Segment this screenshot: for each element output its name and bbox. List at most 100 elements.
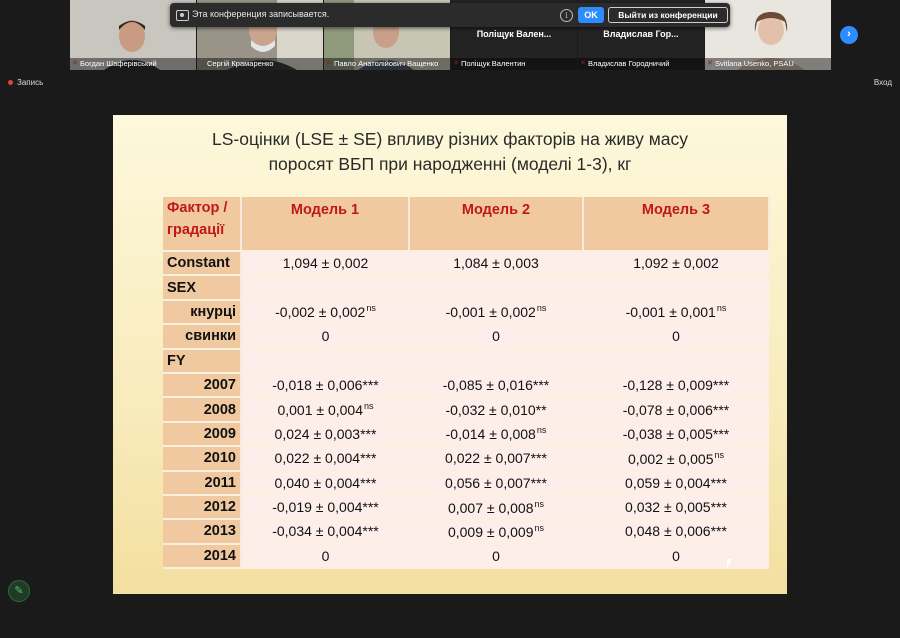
cell-value: 0,040 ± 0,004*** bbox=[274, 474, 377, 491]
row-label: Constant bbox=[163, 251, 242, 277]
table-group-row: FY bbox=[163, 348, 769, 374]
table-cell: 0,048 ± 0,006*** bbox=[583, 519, 769, 545]
significance-mark: ns bbox=[716, 303, 727, 314]
table-row: 2012 -0,019 ± 0,004*** 0,007 ± 0,008ns 0,03… bbox=[163, 494, 769, 521]
cell-value: 1,084 ± 0,003 bbox=[453, 255, 539, 272]
mouse-cursor-icon bbox=[727, 559, 732, 568]
exit-link[interactable]: Вход bbox=[874, 78, 892, 87]
row-label: кнурці bbox=[163, 299, 242, 326]
shared-slide: LS-оцінки (LSE ± SE) впливу різних факто… bbox=[113, 115, 787, 595]
table-cell: 0 bbox=[241, 324, 409, 350]
table-cell: -0,014 ± 0,008ns bbox=[409, 421, 583, 448]
row-label: 2007 bbox=[163, 372, 242, 399]
table-cell: 0,056 ± 0,007*** bbox=[409, 470, 583, 496]
participant-name: Поліщук Валентин bbox=[451, 58, 577, 70]
cell-value: 0,022 ± 0,007*** bbox=[445, 450, 547, 467]
annotate-pencil-icon[interactable]: ✎ bbox=[8, 580, 30, 602]
cell-value: 1,092 ± 0,002 bbox=[633, 255, 719, 272]
recording-notification-text: Эта конференция записывается. bbox=[192, 9, 330, 19]
recording-icon bbox=[176, 10, 189, 21]
table-cell: -0,001 ± 0,002ns bbox=[409, 299, 583, 326]
cell-value: -0,085 ± 0,016*** bbox=[442, 377, 550, 394]
cell-value: -0,014 ± 0,008 bbox=[445, 426, 536, 443]
cell-value: 0,056 ± 0,007*** bbox=[445, 474, 547, 491]
table-cell: 0,040 ± 0,004*** bbox=[241, 470, 409, 496]
cell-value: 0 bbox=[492, 328, 500, 345]
header-factor: Фактор / градації bbox=[163, 197, 242, 252]
bottom-toolbar bbox=[0, 594, 900, 638]
cell-value: 0,059 ± 0,004*** bbox=[625, 474, 727, 491]
table-cell bbox=[241, 275, 409, 301]
results-table: Фактор / градації Модель 1 Модель 2 Моде… bbox=[163, 197, 770, 570]
cell-value: 0,002 ± 0,005 bbox=[627, 450, 714, 467]
header-model-3: Модель 3 bbox=[583, 197, 770, 252]
cell-value: 0 bbox=[492, 547, 500, 564]
ok-button[interactable]: OK bbox=[578, 7, 604, 23]
cell-value: 0,009 ± 0,009 bbox=[447, 523, 534, 540]
cell-value: 0 bbox=[672, 547, 680, 564]
table-row: 2011 0,040 ± 0,004*** 0,056 ± 0,007*** 0,05… bbox=[163, 470, 769, 496]
info-icon[interactable]: i bbox=[560, 9, 573, 22]
significance-mark: ns bbox=[534, 498, 545, 509]
cell-value: 0,032 ± 0,005*** bbox=[625, 499, 727, 516]
recording-notification: Эта конференция записывается. i OK Выйти… bbox=[170, 3, 730, 27]
table-group-row: SEX bbox=[163, 275, 769, 301]
cell-value: -0,128 ± 0,009*** bbox=[622, 377, 730, 394]
significance-mark: ns bbox=[366, 303, 376, 314]
table-row: 2007 -0,018 ± 0,006*** -0,085 ± 0,016*** -0… bbox=[163, 372, 769, 399]
header-model-1: Модель 1 bbox=[241, 197, 410, 252]
table-row: кнурці -0,002 ± 0,002ns -0,001 ± 0,002ns -0… bbox=[163, 299, 769, 326]
table-cell: 0 bbox=[409, 324, 583, 350]
table-row: 2008 0,001 ± 0,004ns -0,032 ± 0,010** -0,07… bbox=[163, 397, 769, 423]
recording-indicator[interactable]: Запись bbox=[8, 78, 43, 87]
participant-name: Павло Анатолійович Ващенко bbox=[324, 58, 450, 70]
cell-value: -0,032 ± 0,010** bbox=[445, 401, 547, 418]
cell-value: -0,001 ± 0,001 bbox=[625, 304, 716, 321]
table-cell bbox=[583, 348, 769, 374]
row-label: SEX bbox=[163, 275, 242, 301]
table-cell: -0,034 ± 0,004*** bbox=[241, 519, 409, 545]
table-row: свинки 0 0 0 bbox=[163, 324, 769, 350]
leave-meeting-button[interactable]: Выйти из конференции bbox=[608, 7, 728, 23]
table-cell: 0,024 ± 0,003*** bbox=[241, 421, 409, 448]
table-row: 2013 -0,034 ± 0,004*** 0,009 ± 0,009ns 0,04… bbox=[163, 519, 769, 545]
cell-value: 0 bbox=[321, 328, 330, 345]
table-cell: 1,092 ± 0,002 bbox=[583, 251, 769, 277]
cell-value: -0,078 ± 0,006*** bbox=[622, 401, 730, 418]
table-row: 2010 0,022 ± 0,004*** 0,022 ± 0,007*** 0,00… bbox=[163, 446, 769, 472]
table-cell: 0,032 ± 0,005*** bbox=[583, 494, 769, 521]
slide-title: LS-оцінки (LSE ± SE) впливу різних факто… bbox=[113, 127, 787, 177]
table-body: Constant 1,094 ± 0,002 1,084 ± 0,003 1,092 … bbox=[163, 251, 769, 570]
next-page-arrow-icon[interactable]: › bbox=[840, 26, 858, 44]
table-row: 2014 0 0 0 bbox=[163, 543, 769, 570]
row-label: 2013 bbox=[163, 519, 242, 545]
row-label: 2014 bbox=[163, 543, 242, 570]
cell-value: -0,001 ± 0,002 bbox=[445, 304, 536, 321]
table-cell: 0,059 ± 0,004*** bbox=[583, 470, 769, 496]
table-cell: 0,009 ± 0,009ns bbox=[409, 519, 583, 545]
cell-value: -0,019 ± 0,004*** bbox=[272, 499, 379, 516]
table-cell: -0,001 ± 0,001ns bbox=[583, 299, 769, 326]
table-cell: -0,002 ± 0,002ns bbox=[241, 299, 409, 326]
table-cell: -0,078 ± 0,006*** bbox=[583, 397, 769, 423]
participant-name: Богдан Шаферівський bbox=[70, 58, 196, 70]
table-cell: 0 bbox=[583, 324, 769, 350]
table-row: 2009 0,024 ± 0,003*** -0,014 ± 0,008ns -0,0… bbox=[163, 421, 769, 448]
row-label: свинки bbox=[163, 324, 242, 350]
significance-mark: ns bbox=[534, 522, 545, 533]
cell-value: 1,094 ± 0,002 bbox=[282, 255, 369, 272]
cell-value: 0,001 ± 0,004 bbox=[277, 402, 363, 419]
recording-label: Запись bbox=[17, 78, 44, 87]
participant-name: Сергій Крамаренко bbox=[197, 58, 323, 70]
slide-title-line: LS-оцінки (LSE ± SE) впливу різних факто… bbox=[212, 129, 688, 149]
table-cell: -0,018 ± 0,006*** bbox=[241, 372, 409, 399]
table-cell: 0,022 ± 0,007*** bbox=[409, 446, 583, 472]
participant-center-name: Поліщук Вален... bbox=[476, 29, 552, 39]
cell-value: -0,034 ± 0,004*** bbox=[272, 523, 379, 540]
table-cell: -0,019 ± 0,004*** bbox=[241, 494, 409, 521]
table-cell: 0,022 ± 0,004*** bbox=[241, 446, 409, 472]
header-model-2: Модель 2 bbox=[409, 197, 584, 252]
table-cell: 1,094 ± 0,002 bbox=[241, 251, 409, 277]
significance-mark: ns bbox=[364, 401, 374, 412]
participant-center-name: Владислав Гор... bbox=[603, 29, 679, 39]
